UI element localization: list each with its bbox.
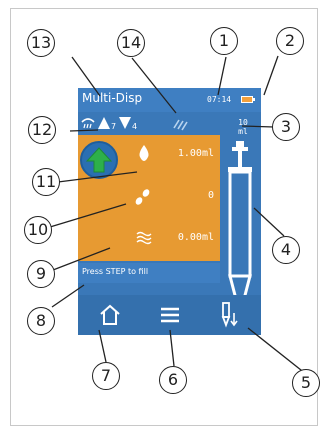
sensor-icon [173,119,188,131]
status-indicator [80,141,118,179]
arrow-down-icon [119,117,131,129]
top-bar: Multi-Disp 07:14 [78,88,261,112]
callout-6: 6 [159,366,187,394]
menu-icon[interactable] [158,303,182,327]
step-count: 0 [207,190,214,201]
arrow-up-icon [98,117,110,129]
remaining-volume: 0.00ml [177,232,214,243]
callout-12: 12 [28,116,56,144]
fill-icon[interactable] [216,301,240,329]
callout-2: 2 [276,27,304,55]
callout-1: 1 [210,27,238,55]
callout-3: 3 [272,113,300,141]
arrow-up-green-icon [86,147,112,173]
pills-icon [135,189,150,205]
status-row: 7 4 [78,114,238,134]
dispense-volume: 1.00ml [177,148,214,159]
device-screen: Multi-Disp 07:14 7 4 10 ml 1.00ml 0 0.00… [78,88,261,335]
prompt-text: Press STEP to fill [82,267,149,276]
volume-value: 10 [238,118,248,127]
callout-7: 7 [92,362,120,390]
bottom-bar [78,295,261,335]
callout-11: 11 [32,168,60,196]
home-icon[interactable] [98,303,122,327]
prompt-bar: Press STEP to fill [78,263,220,283]
mode-title: Multi-Disp [82,91,143,105]
syringe-volume-label: 10 ml [230,118,256,136]
down-count: 4 [132,122,138,131]
up-count: 7 [111,122,117,131]
dispense-panel: 1.00ml 0 0.00ml [78,135,220,261]
clock: 07:14 [207,95,232,104]
callout-14: 14 [117,29,145,57]
battery-icon [241,96,255,103]
callout-4: 4 [272,236,300,264]
drop-icon [139,145,149,161]
syringe-icon [228,141,252,311]
callout-8: 8 [27,307,55,335]
rain-icon [81,118,95,129]
waves-icon [136,231,152,245]
callout-5: 5 [292,369,320,397]
callout-10: 10 [24,216,52,244]
callout-13: 13 [27,29,55,57]
callout-9: 9 [27,260,55,288]
